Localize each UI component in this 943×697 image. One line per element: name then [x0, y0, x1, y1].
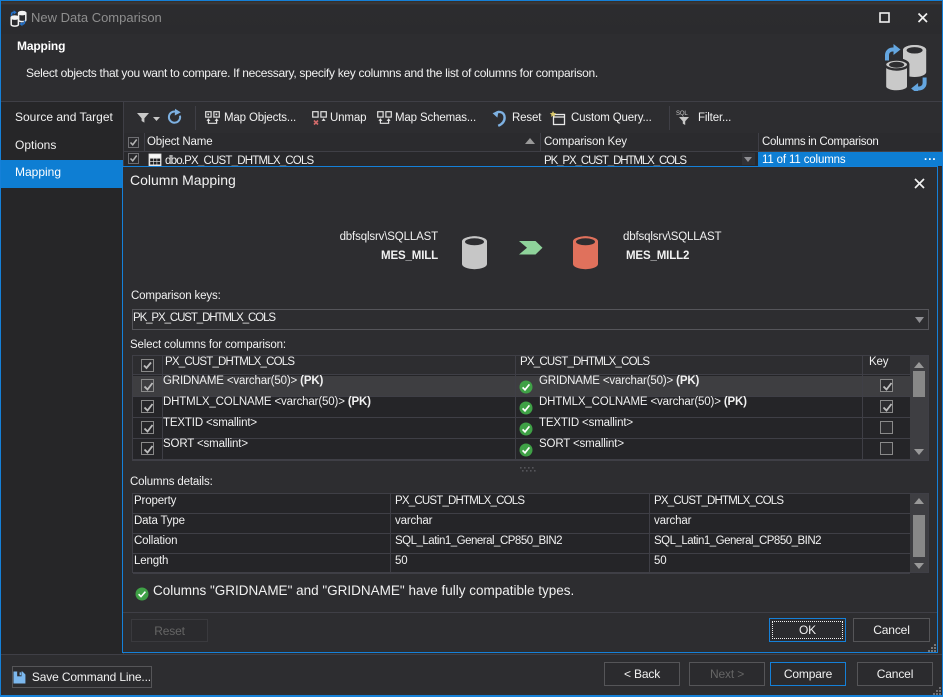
svg-text:SQL: SQL	[676, 111, 688, 117]
